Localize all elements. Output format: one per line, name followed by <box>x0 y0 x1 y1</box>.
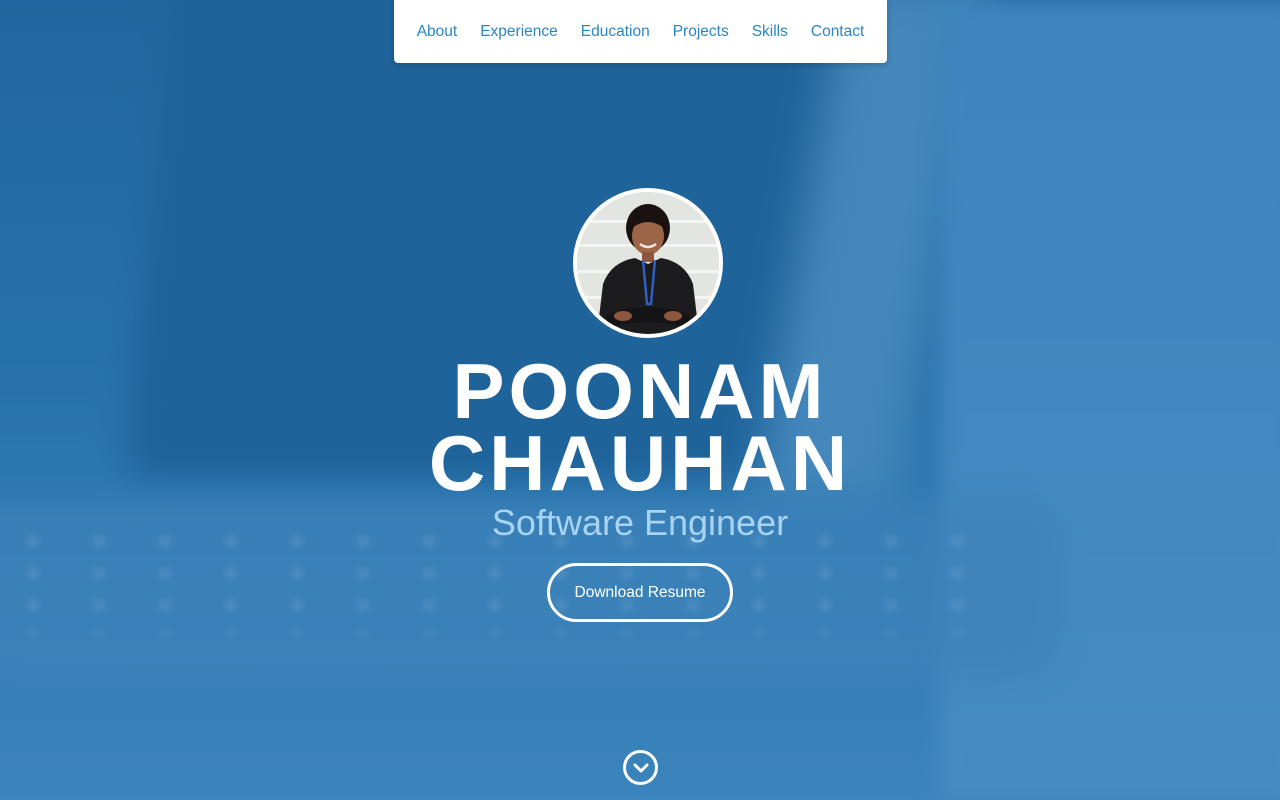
profile-last-name: CHAUHAN <box>428 419 852 507</box>
profile-first-name: POONAM <box>452 347 828 435</box>
nav-about[interactable]: About <box>405 0 469 63</box>
profile-avatar <box>573 188 723 338</box>
profile-role: Software Engineer <box>491 502 789 543</box>
nav-skills[interactable]: Skills <box>740 0 799 63</box>
top-navigation: About Experience Education Projects Skil… <box>394 0 887 63</box>
scroll-down-button[interactable] <box>623 750 658 785</box>
download-resume-button[interactable]: Download Resume <box>547 563 733 622</box>
nav-education[interactable]: Education <box>569 0 661 63</box>
chevron-down-icon <box>633 763 648 772</box>
profile-photo <box>577 192 719 334</box>
nav-contact[interactable]: Contact <box>799 0 875 63</box>
profile-photo-illustration <box>577 192 719 334</box>
nav-experience[interactable]: Experience <box>469 0 570 63</box>
nav-projects[interactable]: Projects <box>661 0 740 63</box>
